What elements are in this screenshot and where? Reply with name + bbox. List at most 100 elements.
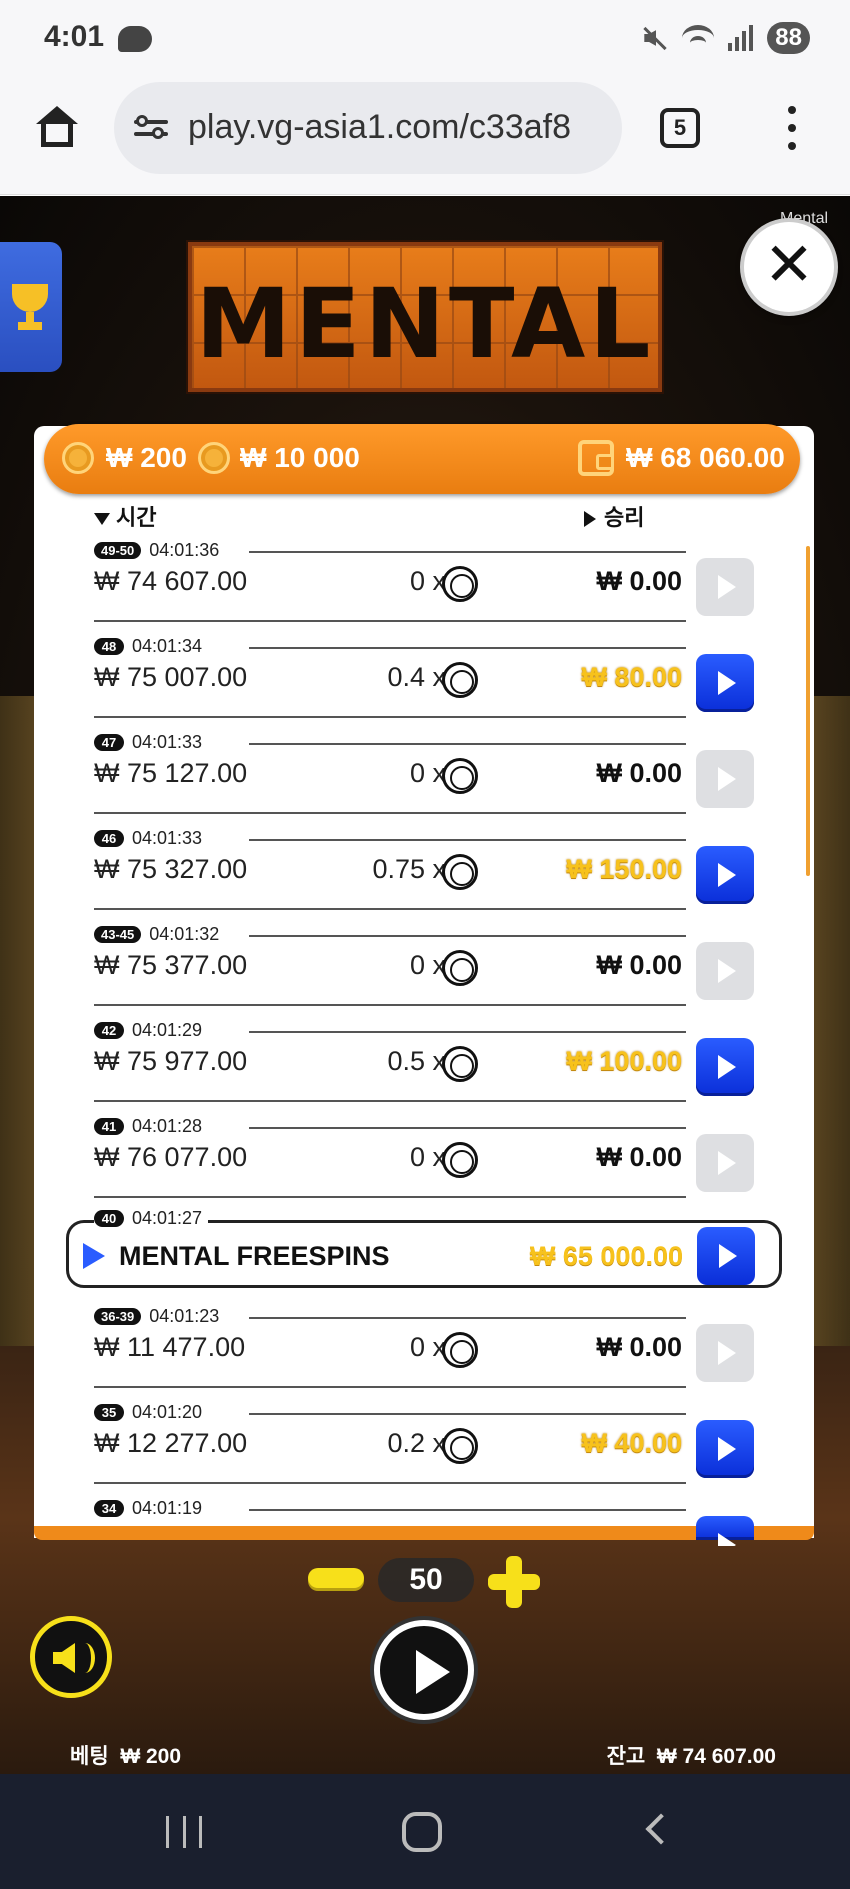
history-row: 43-45 04:01:32 ₩ 75 377.00 0 x ₩ 0.00: [34, 922, 814, 1018]
round-badge: 36-39: [94, 1308, 142, 1325]
freespins-row[interactable]: MENTAL FREESPINS ₩ 65 000.00: [66, 1220, 782, 1288]
replay-button[interactable]: [696, 558, 754, 616]
replay-button[interactable]: [696, 1516, 754, 1546]
home-button[interactable]: [402, 1812, 442, 1852]
round-meta: 35 04:01:20: [94, 1402, 202, 1423]
multiplier: 0 x: [409, 566, 446, 596]
replay-button[interactable]: [696, 846, 754, 904]
back-button[interactable]: [645, 1813, 677, 1845]
column-time-header[interactable]: 시간: [94, 500, 156, 532]
divider: [94, 716, 686, 718]
win-amount: ₩ 80.00: [581, 662, 682, 692]
history-row: 48 04:01:34 ₩ 75 007.00 0.4 x ₩ 80.00: [34, 634, 814, 730]
round-time: 04:01:27: [132, 1208, 203, 1228]
round-time: 04:01:20: [132, 1402, 203, 1422]
divider: [94, 1386, 686, 1388]
replay-button[interactable]: [697, 1227, 755, 1285]
battery-indicator: 88: [767, 22, 810, 54]
divider: [249, 1413, 686, 1415]
more-menu-icon[interactable]: [784, 106, 800, 150]
increase-bet-button[interactable]: [488, 1556, 540, 1608]
history-row: 46 04:01:33 ₩ 75 327.00 0.75 x ₩ 150.00: [34, 826, 814, 922]
multiplier: 0 x: [409, 1142, 446, 1172]
logo-text: MENTAL: [195, 268, 655, 380]
multiplier: 0 x: [409, 758, 446, 788]
freespins-win: ₩ 65 000.00: [529, 1241, 683, 1271]
replay-button[interactable]: [696, 942, 754, 1000]
address-bar[interactable]: play.vg-asia1.com/c33af8: [114, 82, 622, 174]
replay-button[interactable]: [696, 654, 754, 712]
multiplier: 0.5 x: [387, 1046, 446, 1076]
home-icon[interactable]: [36, 106, 78, 148]
replay-button[interactable]: [696, 1324, 754, 1382]
recent-apps-button[interactable]: [166, 1816, 202, 1848]
history-row: 35 04:01:20 ₩ 12 277.00 0.2 x ₩ 40.00: [34, 1400, 814, 1496]
balance-amount: ₩ 12 277.00: [94, 1428, 248, 1458]
status-time: 4:01: [44, 20, 105, 53]
balance-header: ₩ 200 ₩ 10 000 ₩ 68 060.00: [44, 424, 800, 494]
multiplier: 0 x: [409, 1332, 446, 1362]
round-badge: 43-45: [94, 926, 142, 943]
divider: [94, 620, 686, 622]
sound-toggle-button[interactable]: [30, 1616, 112, 1698]
multiplier: 0.4 x: [387, 662, 446, 692]
balance-amount: ₩ 75 007.00: [94, 662, 248, 692]
status-icons: 88: [640, 22, 810, 54]
close-button[interactable]: ✕: [744, 222, 834, 312]
url-text[interactable]: play.vg-asia1.com/c33af8: [188, 108, 571, 147]
column-win-header[interactable]: 승리: [584, 500, 644, 532]
history-row: 49-50 04:01:36 ₩ 74 607.00 0 x ₩ 0.00: [34, 538, 814, 634]
close-icon: ✕: [763, 231, 815, 298]
round-meta: 42 04:01:29: [94, 1020, 202, 1041]
replay-button[interactable]: [696, 1134, 754, 1192]
win-amount: ₩ 0.00: [596, 1142, 682, 1172]
divider: [94, 1004, 686, 1006]
round-time: 04:01:33: [132, 828, 203, 848]
round-badge: 46: [94, 830, 124, 847]
balance-amount: ₩ 74 607.00: [94, 566, 248, 596]
decrease-bet-button[interactable]: [308, 1568, 364, 1588]
history-row: 36-39 04:01:23 ₩ 11 477.00 0 x ₩ 0.00: [34, 1304, 814, 1400]
game-area: MENTAL Mental ✕ ₩ 200 ₩ 10 000 ₩ 68 060.…: [0, 196, 850, 1774]
tab-switcher-button[interactable]: 5: [660, 108, 700, 148]
replay-button[interactable]: [696, 750, 754, 808]
coin-icon: [442, 758, 478, 794]
coin-icon: [442, 854, 478, 890]
round-badge: 49-50: [94, 542, 142, 559]
win-amount: ₩ 0.00: [596, 950, 682, 980]
site-settings-icon[interactable]: [134, 115, 168, 140]
balance-amount: ₩ 76 077.00: [94, 1142, 248, 1172]
win-amount: ₩ 40.00: [581, 1428, 682, 1458]
coin-icon: [62, 442, 94, 474]
mute-icon: [640, 24, 668, 52]
divider: [249, 1509, 686, 1511]
multiplier: 0.75 x: [372, 854, 446, 884]
game-logo: MENTAL: [188, 242, 662, 392]
balance-amount: ₩ 75 377.00: [94, 950, 248, 980]
divider: [249, 743, 686, 745]
spin-button[interactable]: [374, 1620, 474, 1720]
round-time: 04:01:29: [132, 1020, 203, 1040]
max-bet-value: ₩ 10 000: [240, 442, 360, 473]
divider: [249, 839, 686, 841]
round-time: 04:01:36: [149, 540, 220, 560]
round-badge: 42: [94, 1022, 124, 1039]
trophy-icon: [12, 284, 48, 312]
replay-button[interactable]: [696, 1420, 754, 1478]
replay-button[interactable]: [696, 1038, 754, 1096]
coin-icon: [442, 662, 478, 698]
coin-icon: [442, 950, 478, 986]
signal-icon: [728, 25, 754, 51]
round-badge: 48: [94, 638, 124, 655]
round-meta: 47 04:01:33: [94, 732, 202, 753]
system-nav-bar: [0, 1774, 850, 1889]
win-amount: ₩ 0.00: [596, 758, 682, 788]
leaderboard-tab[interactable]: [0, 242, 62, 372]
expand-icon[interactable]: [83, 1243, 105, 1269]
win-amount: ₩ 0.00: [596, 566, 682, 596]
sort-desc-icon: [94, 513, 110, 526]
coin-icon: [442, 1332, 478, 1368]
history-row: 41 04:01:28 ₩ 76 077.00 0 x ₩ 0.00: [34, 1114, 814, 1210]
status-bar: 4:01 88: [0, 0, 850, 80]
divider: [94, 908, 686, 910]
